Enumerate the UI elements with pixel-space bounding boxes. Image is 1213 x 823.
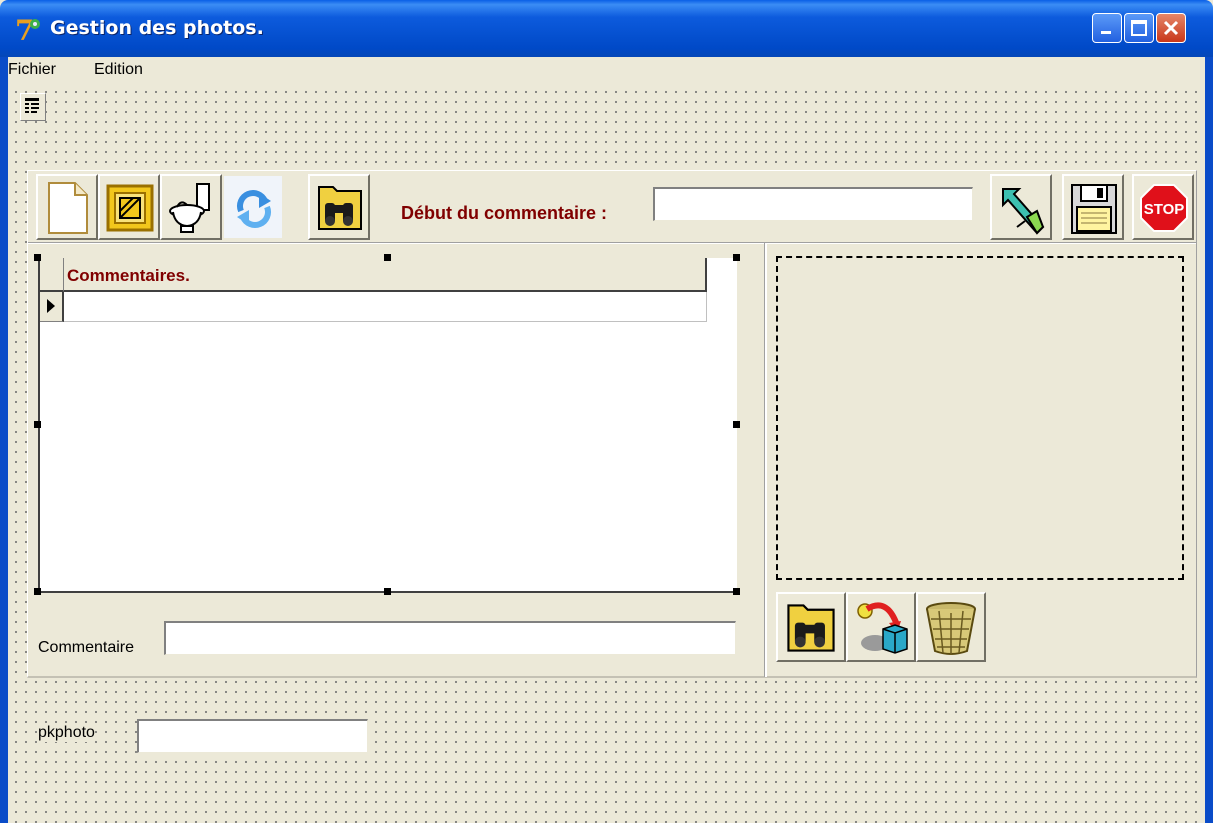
debut-commentaire-label: Début du commentaire : — [401, 203, 608, 223]
selection-handle[interactable] — [733, 588, 740, 595]
image-delete-button[interactable] — [916, 592, 986, 662]
pkphoto-input[interactable] — [137, 719, 368, 753]
window-border-right — [1205, 57, 1213, 823]
close-button[interactable] — [1156, 13, 1186, 43]
window-border-left — [0, 57, 8, 823]
stop-text: STOP — [1144, 201, 1185, 218]
menu-edition[interactable]: Edition — [94, 61, 143, 79]
selection-handle[interactable] — [384, 588, 391, 595]
commentaire-label: Commentaire — [38, 639, 135, 656]
image-import-button[interactable] — [846, 592, 916, 662]
delete-button[interactable] — [160, 174, 222, 240]
save-button[interactable] — [1062, 174, 1124, 240]
selection-handle[interactable] — [733, 421, 740, 428]
refresh-button[interactable] — [222, 174, 284, 240]
svg-text:7: 7 — [15, 14, 34, 44]
menu-bar: Fichier Edition — [0, 57, 1213, 84]
stop-button[interactable]: STOP — [1132, 174, 1194, 240]
menu-fichier[interactable]: Fichier — [8, 61, 56, 79]
table-row[interactable] — [64, 292, 707, 322]
title-bar[interactable]: 7 Gestion des photos. — [0, 0, 1213, 57]
selection-handle[interactable] — [384, 254, 391, 261]
vertical-separator — [764, 243, 767, 677]
new-button[interactable] — [36, 174, 98, 240]
select-button[interactable] — [990, 174, 1052, 240]
maximize-button[interactable] — [1124, 13, 1154, 43]
selection-handle[interactable] — [34, 254, 41, 261]
search-button[interactable] — [308, 174, 370, 240]
toolbar-separator — [28, 242, 1196, 244]
windev-app-icon: 7 — [14, 14, 44, 47]
selection-handle[interactable] — [34, 588, 41, 595]
row-indicator[interactable] — [40, 292, 64, 322]
column-header-commentaires[interactable]: Commentaires. — [64, 258, 707, 292]
comments-table[interactable]: Commentaires. — [38, 258, 737, 593]
selection-handle[interactable] — [34, 421, 41, 428]
photo-image-frame[interactable] — [776, 256, 1184, 580]
minimize-button[interactable] — [1092, 13, 1122, 43]
debut-commentaire-input[interactable] — [653, 187, 973, 221]
edit-button[interactable] — [98, 174, 160, 240]
image-search-button[interactable] — [776, 592, 846, 662]
commentaire-input[interactable] — [164, 621, 736, 655]
table-corner — [40, 258, 64, 292]
selection-handle[interactable] — [733, 254, 740, 261]
properties-icon[interactable] — [20, 93, 46, 121]
window-title: Gestion des photos. — [50, 17, 264, 39]
pkphoto-label: pkphoto — [38, 724, 95, 742]
